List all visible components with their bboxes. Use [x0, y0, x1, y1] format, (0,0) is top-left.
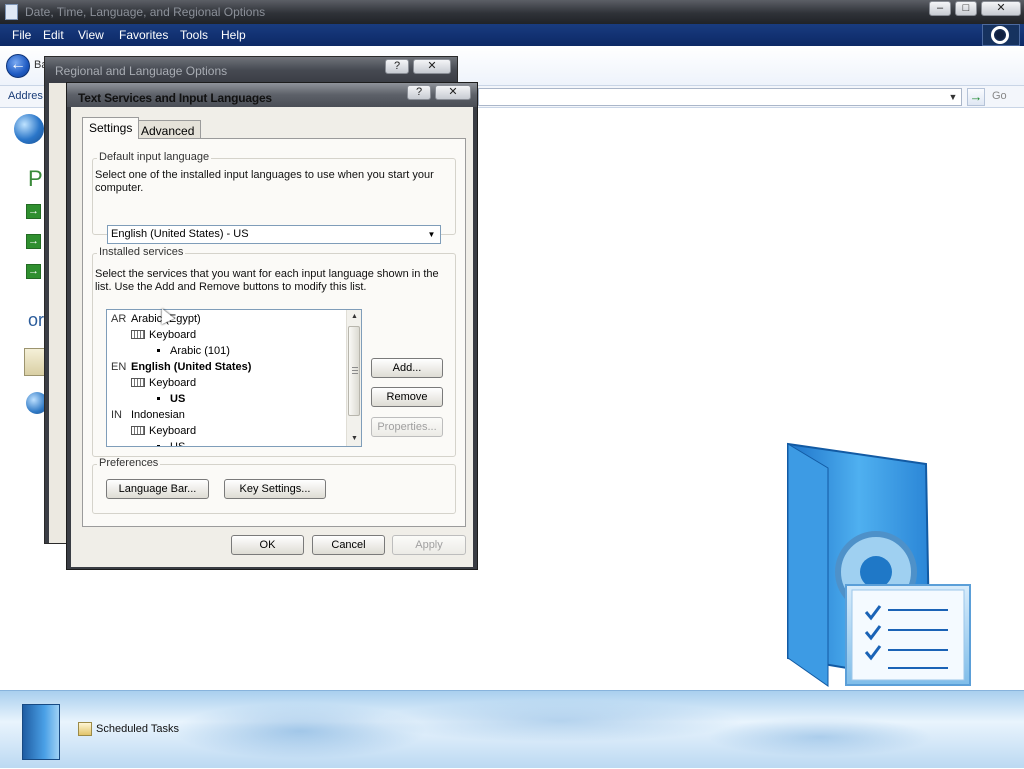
regional-language-titlebar: Regional and Language Options ? ✕ [45, 57, 457, 83]
scheduled-tasks-link[interactable]: Scheduled Tasks [96, 723, 179, 735]
or-pick-heading: or [28, 310, 45, 330]
default-language-group: Default input language Select one of the… [92, 151, 456, 235]
text-services-title: Text Services and Input Languages [78, 91, 272, 105]
chevron-down-icon[interactable]: ▼ [425, 228, 438, 241]
tree-item-language[interactable]: AR Arabic (Egypt) [111, 313, 201, 325]
menu-file[interactable]: File [12, 28, 31, 42]
text-services-dialog: Text Services and Input Languages ? ✕ Se… [66, 82, 478, 570]
add-button[interactable]: Add... [371, 358, 443, 378]
properties-button[interactable]: Properties... [371, 417, 443, 437]
category-folder-icon [787, 442, 971, 687]
key-settings-button[interactable]: Key Settings... [224, 479, 326, 499]
tree-item-layout[interactable]: Arabic (101) [157, 345, 230, 357]
control-panel-icon [5, 4, 18, 20]
menu-favorites[interactable]: Favorites [119, 28, 168, 42]
address-label: Addres [8, 90, 43, 102]
tree-item-layout[interactable]: US [157, 393, 185, 405]
menu-edit[interactable]: Edit [43, 28, 64, 42]
select-value: English (United States) - US [111, 228, 249, 240]
main-titlebar: Date, Time, Language, and Regional Optio… [0, 0, 1024, 24]
language-bar-button[interactable]: Language Bar... [106, 479, 209, 499]
maximize-button[interactable]: □ [955, 1, 977, 16]
close-button[interactable]: ✕ [981, 1, 1021, 16]
installed-services-tree[interactable]: AR Arabic (Egypt) Keyboard Arabic (101) E… [106, 309, 362, 447]
go-label[interactable]: Go [992, 90, 1007, 102]
help-book-icon [22, 704, 60, 760]
group-label: Installed services [97, 246, 186, 258]
group-label: Default input language [97, 151, 212, 163]
group-description: Select one of the installed input langua… [95, 169, 434, 194]
address-input[interactable]: ▼ [478, 88, 962, 106]
scroll-up-icon[interactable]: ▲ [347, 310, 361, 324]
text-services-titlebar: Text Services and Input Languages ? ✕ [67, 83, 477, 107]
tree-item-language[interactable]: EN English (United States) [111, 361, 251, 373]
close-button[interactable]: ✕ [413, 59, 451, 74]
ok-button[interactable]: OK [231, 535, 304, 555]
help-button[interactable]: ? [407, 85, 431, 100]
tab-settings[interactable]: Settings [82, 117, 140, 139]
menu-bar: File Edit View Favorites Tools Help [0, 24, 1024, 46]
default-language-select[interactable]: English (United States) - US ▼ [107, 225, 441, 244]
tree-item-keyboard[interactable]: Keyboard [131, 425, 196, 437]
scheduled-tasks-icon[interactable] [78, 722, 92, 736]
task-arrow-icon[interactable]: → [26, 204, 41, 219]
regional-language-title: Regional and Language Options [55, 64, 228, 78]
task-arrow-icon[interactable]: → [26, 264, 41, 279]
task-arrow-icon[interactable]: → [26, 234, 41, 249]
help-button[interactable]: ? [385, 59, 409, 74]
group-label: Preferences [97, 457, 161, 469]
tree-item-layout[interactable]: US [157, 441, 185, 446]
go-arrow-icon[interactable]: → [967, 88, 985, 106]
window-title: Date, Time, Language, and Regional Optio… [25, 5, 266, 19]
menu-help[interactable]: Help [221, 28, 246, 42]
tree-item-keyboard[interactable]: Keyboard [131, 329, 196, 341]
tree-item-keyboard[interactable]: Keyboard [131, 377, 196, 389]
windows-logo-icon [982, 24, 1020, 46]
cancel-button[interactable]: Cancel [312, 535, 385, 555]
remove-button[interactable]: Remove [371, 387, 443, 407]
minimize-button[interactable]: – [929, 1, 951, 16]
tab-advanced[interactable]: Advanced [134, 120, 202, 140]
menu-tools[interactable]: Tools [180, 28, 208, 42]
keyboard-icon [131, 330, 145, 339]
chevron-down-icon[interactable]: ▼ [946, 90, 960, 104]
tree-scrollbar[interactable]: ▲ ▼ [346, 310, 361, 446]
scroll-thumb[interactable] [348, 326, 360, 416]
tree-item-language[interactable]: IN Indonesian [111, 409, 185, 421]
keyboard-icon [131, 426, 145, 435]
dialog-body: Settings Advanced Default input language… [71, 107, 473, 567]
menu-view[interactable]: View [78, 28, 104, 42]
group-description: Select the services that you want for ea… [95, 268, 439, 293]
scroll-down-icon[interactable]: ▼ [347, 432, 361, 446]
apply-button[interactable]: Apply [392, 535, 466, 555]
back-icon[interactable]: ← [6, 54, 30, 78]
keyboard-icon [131, 378, 145, 387]
globe-icon [14, 114, 44, 144]
close-button[interactable]: ✕ [435, 85, 471, 100]
